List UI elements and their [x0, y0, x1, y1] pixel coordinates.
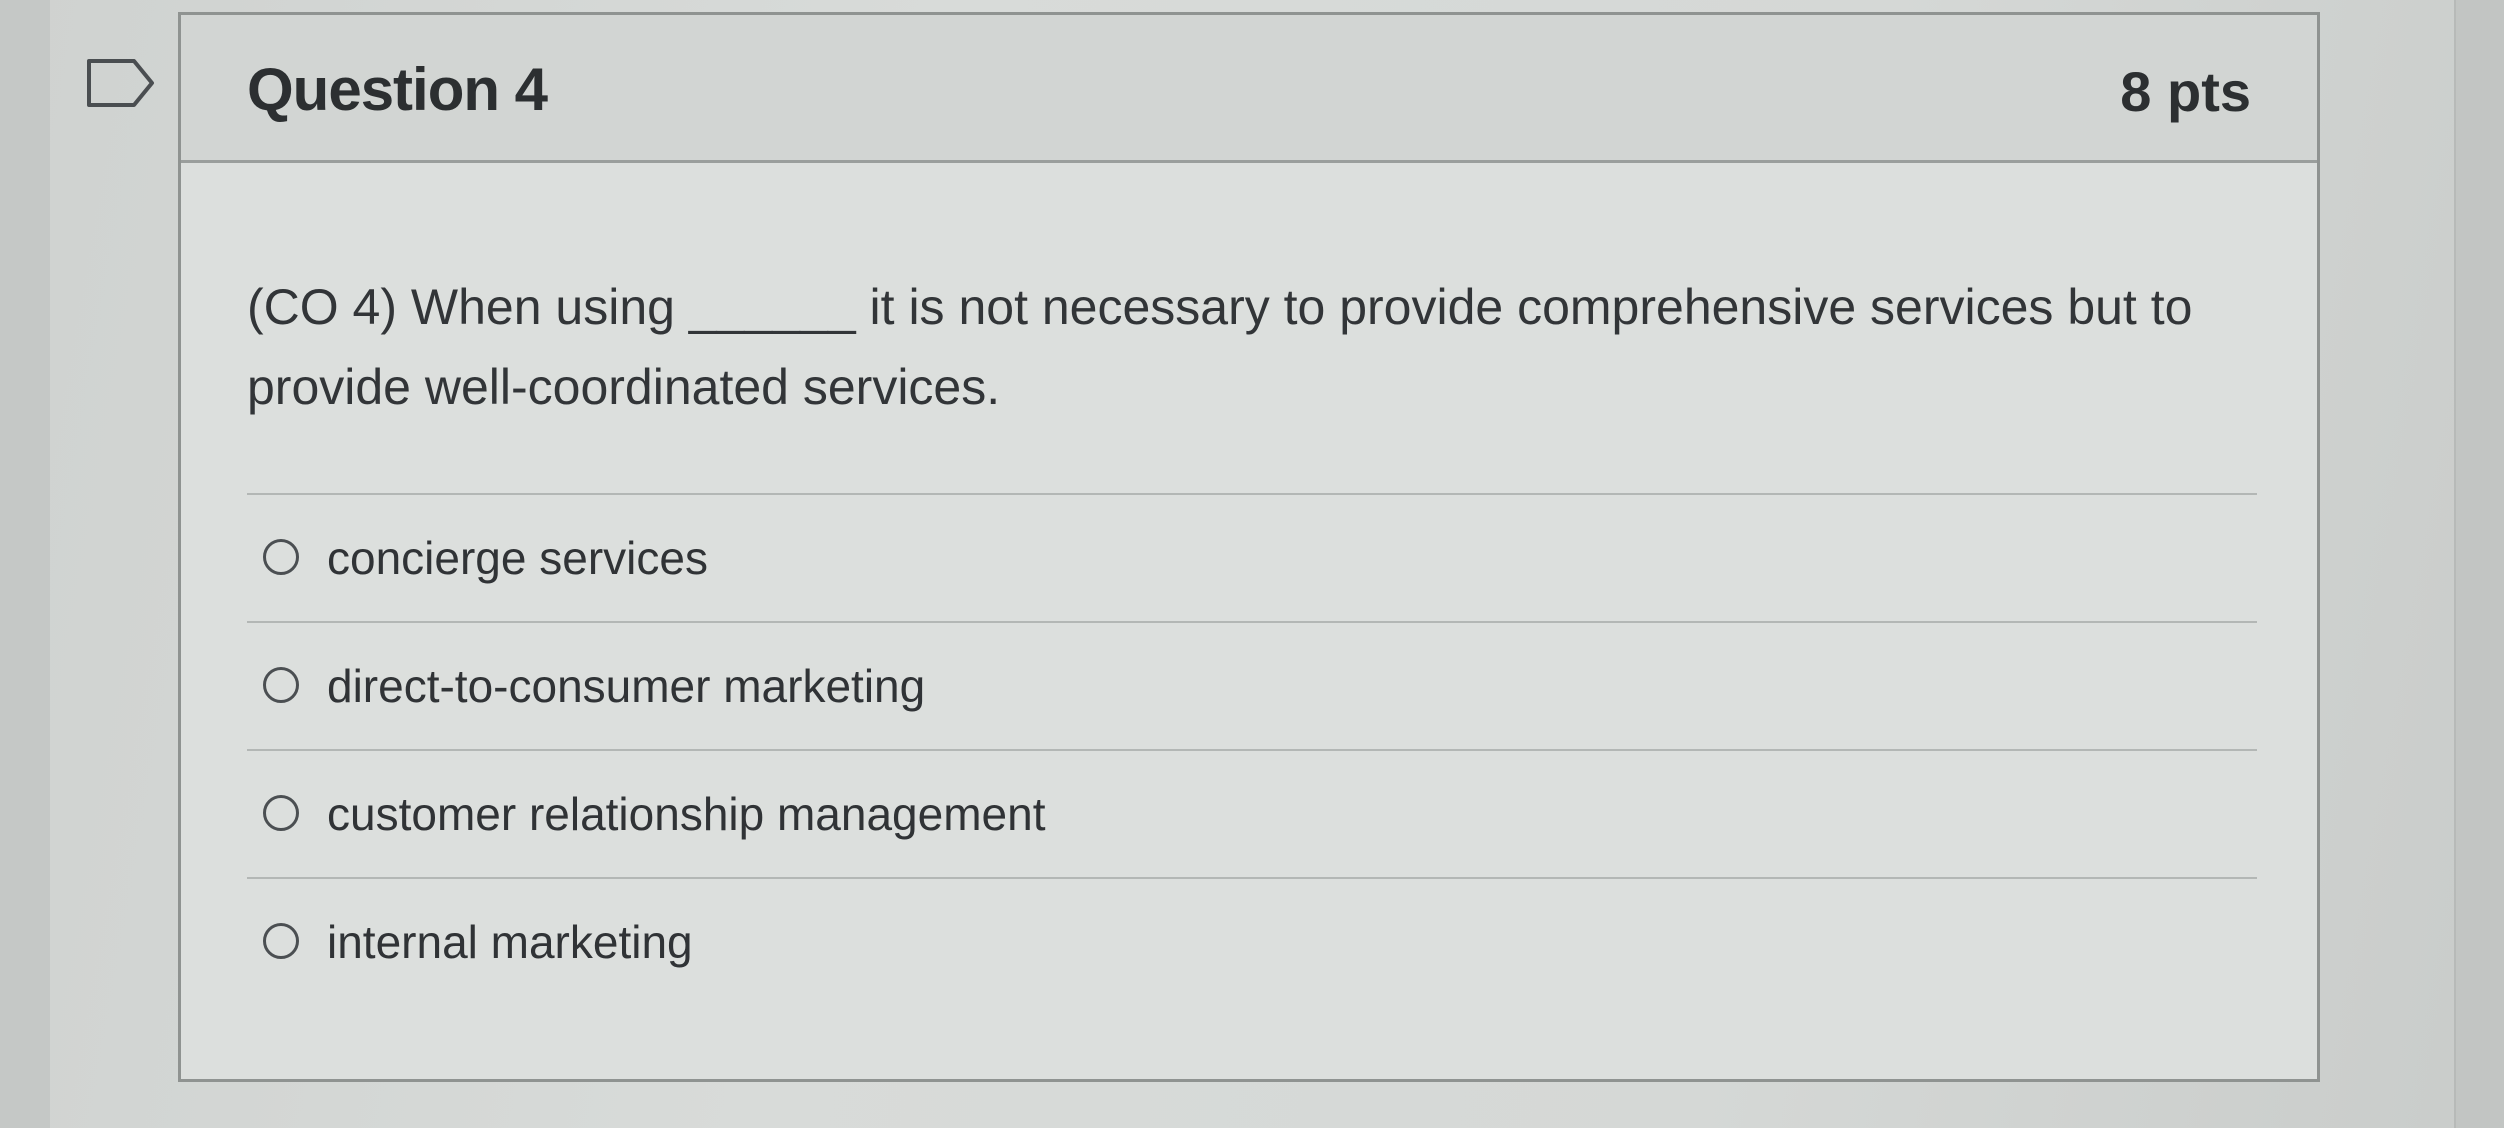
- answer-label[interactable]: direct-to-consumer marketing: [327, 659, 925, 713]
- answer-label[interactable]: internal marketing: [327, 915, 693, 969]
- answer-label[interactable]: concierge services: [327, 531, 708, 585]
- radio-button-icon[interactable]: [263, 923, 299, 959]
- answer-option[interactable]: customer relationship management: [247, 749, 2257, 877]
- radio-button-icon[interactable]: [263, 667, 299, 703]
- radio-button-icon[interactable]: [263, 795, 299, 831]
- question-card: Question 4 8 pts (CO 4) When using _____…: [178, 12, 2320, 1082]
- question-header: Question 4 8 pts: [181, 15, 2317, 163]
- answer-option[interactable]: concierge services: [247, 493, 2257, 621]
- answer-label[interactable]: customer relationship management: [327, 787, 1045, 841]
- radio-button-icon[interactable]: [263, 539, 299, 575]
- question-points: 8 pts: [2120, 60, 2251, 123]
- answer-list: concierge services direct-to-consumer ma…: [247, 493, 2257, 1005]
- right-scroll-gutter: [2454, 0, 2504, 1128]
- answer-option[interactable]: internal marketing: [247, 877, 2257, 1005]
- flag-question-icon[interactable]: [86, 58, 156, 108]
- question-title: Question 4: [247, 56, 548, 123]
- answer-option[interactable]: direct-to-consumer marketing: [247, 621, 2257, 749]
- question-text: (CO 4) When using ______ it is not neces…: [247, 279, 2193, 415]
- left-gutter: [0, 0, 50, 1128]
